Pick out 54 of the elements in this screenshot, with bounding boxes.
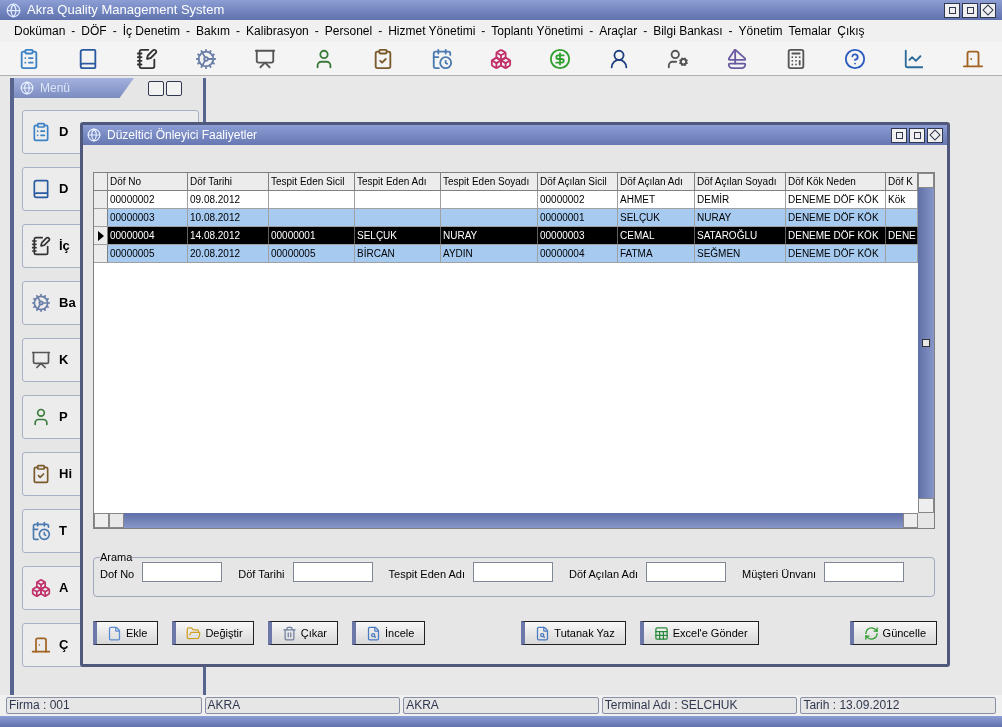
table-cell: BİRCAN <box>355 245 441 262</box>
table-cell: SELÇUK <box>618 209 695 226</box>
menu-separator: - <box>236 23 241 40</box>
table-cell: 10.08.2012 <box>188 209 269 226</box>
table-cell: 00000001 <box>269 227 355 244</box>
table-cell: DENEME DÖF KÖK <box>786 209 886 226</box>
panel-title: Menü <box>40 80 71 97</box>
table-cell: SELÇUK <box>355 227 441 244</box>
field-label: Döf Açılan Adı <box>568 566 639 582</box>
field-label: Müşteri Ünvanı <box>742 566 817 582</box>
menu-separator: - <box>728 23 733 40</box>
menu-separator: - <box>378 23 383 40</box>
table-cell: 00000005 <box>269 245 355 262</box>
menu-separator: - <box>643 23 648 40</box>
table-cell: 00000003 <box>538 227 618 244</box>
table-cell: DEMİR <box>695 191 786 208</box>
table-cell: FATMA <box>618 245 695 262</box>
field-label: Tespit Eden Adı <box>388 566 465 582</box>
table-cell: 00000002 <box>538 191 618 208</box>
table-cell: 00000001 <box>538 209 618 226</box>
menu-separator: - <box>112 23 117 40</box>
field-label: Döf Tarihi <box>238 566 285 582</box>
status-panel: Tarih : 13.09.2012 <box>800 697 996 714</box>
table-cell: DENEME DÖF KÖK <box>786 191 886 208</box>
table-cell: NURAY <box>441 227 538 244</box>
status-panel: Firma : 001 <box>6 697 202 714</box>
status-panel: AKRA <box>403 697 599 714</box>
table-cell: AHMET <box>618 191 695 208</box>
menu-separator: - <box>186 23 191 40</box>
table-cell: DENEME DÖF KÖK <box>786 227 886 244</box>
group-label: Arama <box>100 550 133 565</box>
table-cell: DENEME DÖF KÖK <box>786 245 886 262</box>
table-cell: NURAY <box>695 209 786 226</box>
menu-separator: - <box>314 23 319 40</box>
table-cell: SEĞMEN <box>695 245 786 262</box>
menu-separator: - <box>481 23 486 40</box>
dialog-title: Düzeltici Önleyici Faaliyetler <box>107 127 258 144</box>
status-panel: Terminal Adı : SELCHUK <box>601 697 798 714</box>
window-title: Akra Quality Management System <box>27 1 225 20</box>
table-cell: 20.08.2012 <box>188 245 269 262</box>
table-cell: SATAROĞLU <box>695 227 786 244</box>
table-cell: 00000004 <box>108 227 188 244</box>
status-panel: AKRA <box>204 697 401 714</box>
field-label: Dof No <box>100 566 135 582</box>
table-cell: 00000003 <box>108 209 188 226</box>
menu-separator: - <box>71 23 76 40</box>
table-cell: 00000005 <box>108 245 188 262</box>
table-cell: 09.08.2012 <box>188 191 269 208</box>
table-cell: 00000004 <box>538 245 618 262</box>
table-cell: 00000002 <box>108 191 188 208</box>
table-cell: CEMAL <box>618 227 695 244</box>
menu-separator: - <box>589 23 594 40</box>
table-cell: AYDIN <box>441 245 538 262</box>
table-cell: 14.08.2012 <box>188 227 269 244</box>
